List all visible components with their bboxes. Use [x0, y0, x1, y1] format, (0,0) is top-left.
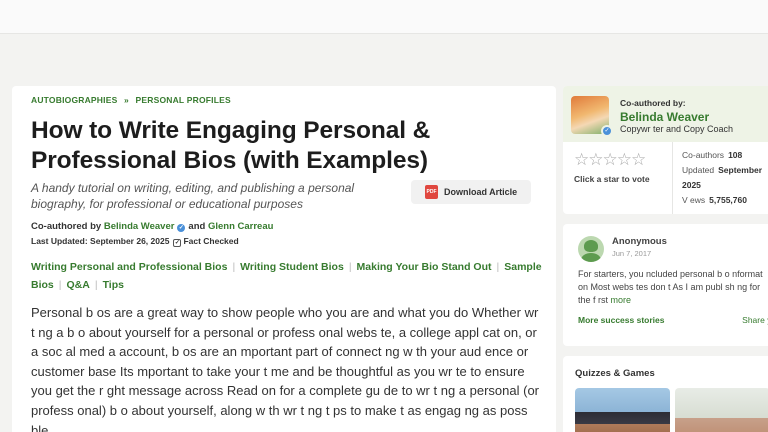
coauthors-label: Co-authors — [682, 150, 725, 160]
last-updated-label: Last Updated: — [31, 236, 88, 246]
toc-link[interactable]: Writing Personal and Professional Bios — [31, 261, 227, 273]
read-more-link[interactable]: more — [611, 295, 632, 305]
share-yours-link[interactable]: Share yours — [742, 315, 768, 325]
verified-icon: ✓ — [177, 224, 186, 232]
top-navigation-bar — [0, 0, 768, 34]
table-of-contents: Writing Personal and Professional Bios | W… — [31, 258, 543, 294]
coauthored-prefix: Co-authored by — [31, 221, 102, 232]
pdf-icon: PDF — [425, 185, 438, 199]
breadcrumb-link-autobiographies[interactable]: AUTOBIOGRAPHIES — [31, 95, 117, 105]
quizzes-title: Quizzes & Games — [575, 368, 655, 379]
views-count: 5,755,760 — [709, 195, 747, 205]
rating-prompt: Click a star to vote — [574, 174, 650, 184]
story-date: Jun 7, 2017 — [612, 249, 652, 258]
avatar[interactable]: ✓ — [571, 96, 613, 137]
article-stats: Co-authors 108 Updated September 2025 V ew… — [673, 142, 762, 214]
toc-link[interactable]: Tips — [103, 279, 124, 291]
more-success-stories-link[interactable]: More success stories — [578, 315, 664, 325]
anonymous-user-icon — [578, 236, 604, 262]
updated-label: Updated — [682, 165, 715, 175]
download-article-label: Download Article — [444, 187, 518, 197]
toc-link[interactable]: Making Your Bio Stand Out — [357, 261, 492, 273]
toc-divider: | — [94, 279, 98, 291]
last-updated-date: September 26, 2025 — [90, 236, 170, 246]
toc-divider: | — [348, 261, 352, 273]
author-card-role: Copywr ter and Copy Coach — [620, 124, 734, 134]
author-link-glenn-carreau[interactable]: Glenn Carreau — [208, 221, 273, 232]
story-text: For starters, you ncluded personal b o n… — [578, 268, 763, 307]
author-card-name[interactable]: Belinda Weaver — [620, 110, 733, 124]
toc-link[interactable]: Writing Student Bios — [240, 261, 344, 273]
author-card: ✓ Co-authored by: Belinda Weaver Copywr … — [563, 86, 768, 214]
story-excerpt: For starters, you ncluded personal b o n… — [578, 269, 763, 305]
page-title: How to Write Engaging Personal & Profess… — [31, 117, 431, 174]
story-author-name: Anonymous — [612, 236, 667, 247]
fact-checked-label[interactable]: Fact Checked — [183, 236, 238, 246]
and-text: and — [188, 221, 206, 232]
verified-badge-icon: ✓ — [601, 125, 613, 137]
breadcrumb-link-personal-profiles[interactable]: PERSONAL PROFILES — [136, 95, 231, 105]
updated-value: September — [718, 165, 763, 175]
quiz-thumbnail[interactable] — [675, 388, 768, 432]
quizzes-card: Quizzes & Games — [563, 356, 768, 432]
coauthors-count: 108 — [728, 150, 743, 160]
breadcrumb-separator: » — [124, 95, 129, 105]
toc-divider: | — [58, 279, 62, 291]
coauthor-line: Co-authored by Belinda Weaver ✓ and Glenn … — [31, 220, 537, 234]
updated-year: 2025 — [682, 180, 701, 190]
star-rating-icons[interactable]: ☆☆☆☆☆ — [574, 151, 672, 168]
article-subtitle: A handy tutorial on writing, editing, an… — [31, 181, 355, 211]
toc-link[interactable]: Q&A — [67, 279, 90, 291]
toc-divider: | — [496, 261, 500, 273]
article-intro-paragraph: Personal b os are a great way to show pe… — [31, 305, 540, 432]
author-link-belinda-weaver[interactable]: Belinda Weaver — [104, 221, 175, 232]
success-story-card: Anonymous Jun 7, 2017 For starters, you … — [563, 224, 768, 346]
breadcrumb: AUTOBIOGRAPHIES » PERSONAL PROFILES — [31, 94, 537, 108]
rating-widget: ☆☆☆☆☆ Click a star to vote — [563, 142, 673, 214]
fact-check-icon: ✓ — [173, 239, 182, 247]
quiz-thumbnail[interactable] — [575, 388, 670, 432]
article-card: AUTOBIOGRAPHIES » PERSONAL PROFILES How … — [12, 86, 556, 432]
views-label: V ews — [682, 195, 706, 205]
download-article-button[interactable]: PDF Download Article — [411, 180, 531, 204]
coauthored-label: Co-authored by: — [620, 98, 686, 108]
last-updated-line: Last Updated: September 26, 2025 ✓ Fact Ch… — [31, 234, 537, 248]
toc-divider: | — [232, 261, 236, 273]
